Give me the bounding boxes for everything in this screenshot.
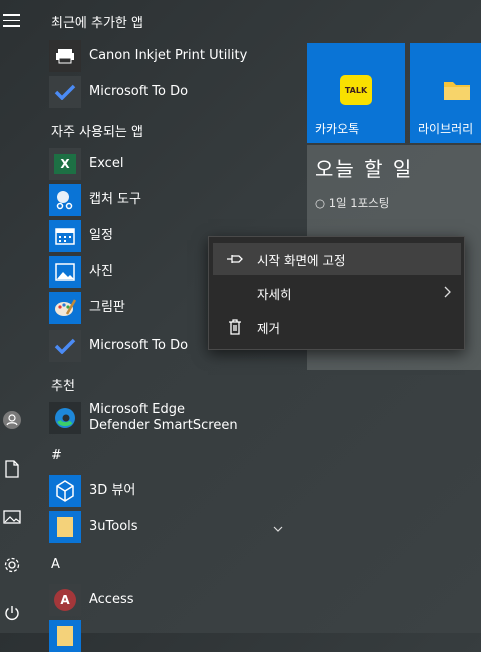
scissors-icon: [49, 184, 81, 216]
menu-pin-to-start[interactable]: 시작 화면에 고정: [213, 243, 461, 275]
menu-more[interactable]: 자세히: [213, 277, 461, 309]
paint-palette-icon: [49, 292, 81, 324]
edge-icon: [49, 402, 81, 434]
chevron-down-icon[interactable]: [273, 518, 283, 537]
settings-gear-icon[interactable]: [2, 555, 22, 575]
pictures-icon[interactable]: [2, 507, 22, 527]
hamburger-menu-icon[interactable]: [3, 14, 20, 31]
section-most-used: 자주 사용되는 앱: [51, 125, 143, 140]
start-rail: [0, 0, 24, 633]
tile-library[interactable]: 라이브러리: [410, 43, 481, 143]
context-menu: 시작 화면에 고정 자세히 제거: [208, 236, 465, 350]
task-circle-icon: ○: [315, 196, 326, 210]
section-hash: #: [51, 448, 62, 463]
chevron-right-icon: [443, 286, 451, 301]
user-account-icon[interactable]: [2, 410, 22, 430]
app-microsoft-todo[interactable]: Microsoft To Do: [49, 76, 299, 108]
section-suggested: 추천: [51, 379, 75, 394]
photos-icon: [49, 256, 81, 288]
todo-task-item[interactable]: ○ 1일 1포스팅: [315, 195, 389, 211]
tile-kakaotalk[interactable]: TALK 카카오톡: [307, 43, 405, 143]
printer-icon: [49, 40, 81, 72]
excel-icon: X: [49, 148, 81, 180]
section-a: A: [51, 557, 60, 572]
calendar-icon: [49, 220, 81, 252]
app-canon-inkjet[interactable]: Canon Inkjet Print Utility: [49, 40, 299, 72]
app-excel[interactable]: X Excel: [49, 148, 299, 180]
app-3utools-folder[interactable]: 3uTools: [49, 511, 299, 543]
power-icon[interactable]: [2, 603, 22, 623]
check-icon: [49, 330, 81, 362]
kakaotalk-icon: TALK: [340, 75, 372, 105]
app-edge-smartscreen[interactable]: Microsoft Edge Defender SmartScreen: [49, 402, 299, 434]
folder-icon: [49, 620, 81, 652]
access-icon: A: [49, 584, 81, 616]
app-snipping-tool[interactable]: 캡처 도구: [49, 184, 299, 216]
documents-icon[interactable]: [2, 459, 22, 479]
pin-icon: [213, 253, 257, 265]
app-access[interactable]: A Access: [49, 584, 299, 616]
app-partial-next[interactable]: [49, 620, 299, 652]
check-icon: [49, 76, 81, 108]
app-3d-viewer[interactable]: 3D 뷰어: [49, 475, 299, 507]
section-recently-added: 최근에 추가한 앱: [51, 16, 143, 31]
trash-icon: [213, 319, 257, 335]
menu-uninstall[interactable]: 제거: [213, 311, 461, 343]
cube-3d-icon: [49, 475, 81, 507]
folder-icon: [49, 511, 81, 543]
todo-tile-title: 오늘 할 일: [315, 157, 414, 181]
folder-library-icon: [443, 79, 471, 105]
